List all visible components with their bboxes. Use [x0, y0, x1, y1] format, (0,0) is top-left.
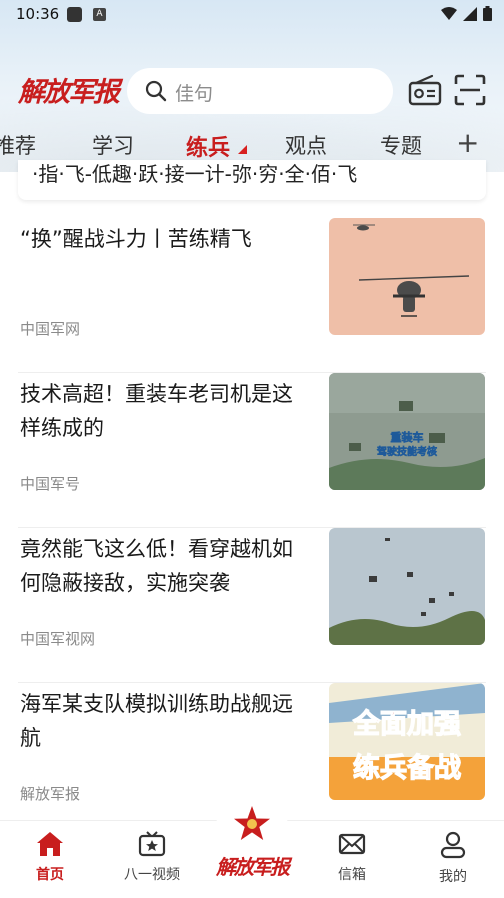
search-box[interactable]: 佳句: [127, 68, 393, 114]
nav-army-logo[interactable]: 解放军报: [204, 805, 300, 895]
poster-line-1: 全面加强: [352, 708, 461, 740]
battery-icon: [483, 6, 492, 21]
svg-text:重装车: 重装车: [391, 430, 424, 444]
search-placeholder: 佳句: [175, 83, 214, 105]
news-thumbnail: 重装车 驾驶技能考核: [329, 373, 485, 490]
news-thumbnail: 全面加强 练兵备战: [329, 683, 485, 800]
active-tab-marker: [238, 145, 247, 154]
notification-icon: [67, 7, 82, 22]
poster-image: 全面加强 练兵备战: [329, 683, 485, 800]
tab-bar: 推荐 学习 练兵 观点 专题: [0, 126, 504, 164]
status-icons: [441, 6, 492, 21]
signal-icon: [463, 6, 477, 21]
status-bar: 10:36 A: [0, 0, 504, 30]
app-logo[interactable]: 解放军报: [18, 70, 120, 109]
poster-line-2: 练兵备战: [353, 752, 461, 784]
a-notification-icon: A: [93, 8, 106, 21]
nav-mailbox-label: 信箱: [338, 867, 366, 883]
trucks-image: 重装车 驾驶技能考核: [329, 373, 485, 490]
tab-recommend[interactable]: 推荐: [0, 130, 36, 160]
drones-image: [329, 528, 485, 645]
news-title: 技术高超！重装车老司机是这样练成的: [20, 382, 293, 440]
tab-topics[interactable]: 专题: [380, 130, 422, 160]
bottom-nav: 首页 八一视频 解放军报 信箱 我的: [0, 805, 504, 898]
svg-text:驾驶技能考核: 驾驶技能考核: [376, 445, 437, 458]
news-source: 中国军号: [20, 475, 81, 493]
news-title: “换”醒战斗力丨苦练精飞: [20, 227, 252, 251]
nav-video[interactable]: 八一视频: [107, 831, 197, 884]
nav-army-logo-text: 解放军报: [216, 855, 290, 879]
news-source: 解放军报: [20, 785, 81, 803]
previous-card[interactable]: ·指·飞-低趣·跃·接一计-弥·穷·全·佰·飞: [18, 160, 486, 200]
news-thumbnail: [329, 528, 485, 645]
previous-card-title: ·指·飞-低趣·跃·接一计-弥·穷·全·佰·飞: [32, 162, 358, 186]
news-title: 海军某支队模拟训练助战舰远航: [20, 692, 293, 750]
news-thumbnail: [329, 218, 485, 335]
mail-icon: [338, 833, 366, 855]
news-source: 中国军网: [20, 320, 81, 338]
helicopter-image: [329, 218, 485, 335]
army-logo-icon: [234, 806, 270, 840]
scan-icon[interactable]: [454, 74, 486, 106]
status-time: 10:36: [16, 5, 60, 23]
nav-profile[interactable]: 我的: [408, 831, 498, 886]
tab-opinion[interactable]: 观点: [285, 130, 327, 160]
radio-icon[interactable]: [408, 74, 442, 106]
header: 10:36 A 解放军报 佳句 推荐 学习 练兵 观点 专题 +: [0, 0, 504, 172]
news-item[interactable]: 竟然能飞这么低！看穿越机如何隐蔽接敌，实施突袭 中国军视网: [18, 528, 486, 683]
add-tab-button[interactable]: +: [456, 126, 479, 159]
search-icon: [145, 80, 167, 102]
nav-home-label: 首页: [36, 867, 64, 883]
tab-training[interactable]: 练兵: [186, 130, 230, 162]
news-title: 竟然能飞这么低！看穿越机如何隐蔽接敌，实施突袭: [20, 537, 293, 595]
news-item[interactable]: “换”醒战斗力丨苦练精飞 中国军网: [18, 218, 486, 373]
tab-study[interactable]: 学习: [92, 130, 134, 160]
nav-mailbox[interactable]: 信箱: [307, 831, 397, 884]
tv-star-icon: [138, 831, 166, 857]
nav-profile-label: 我的: [439, 869, 467, 885]
person-icon: [440, 831, 466, 859]
home-icon: [37, 832, 63, 856]
wifi-icon: [441, 6, 457, 20]
news-source: 中国军视网: [20, 630, 96, 648]
nav-home[interactable]: 首页: [5, 831, 95, 884]
news-item[interactable]: 技术高超！重装车老司机是这样练成的 中国军号 重装车 驾驶技能考核: [18, 373, 486, 528]
nav-video-label: 八一视频: [124, 867, 180, 883]
